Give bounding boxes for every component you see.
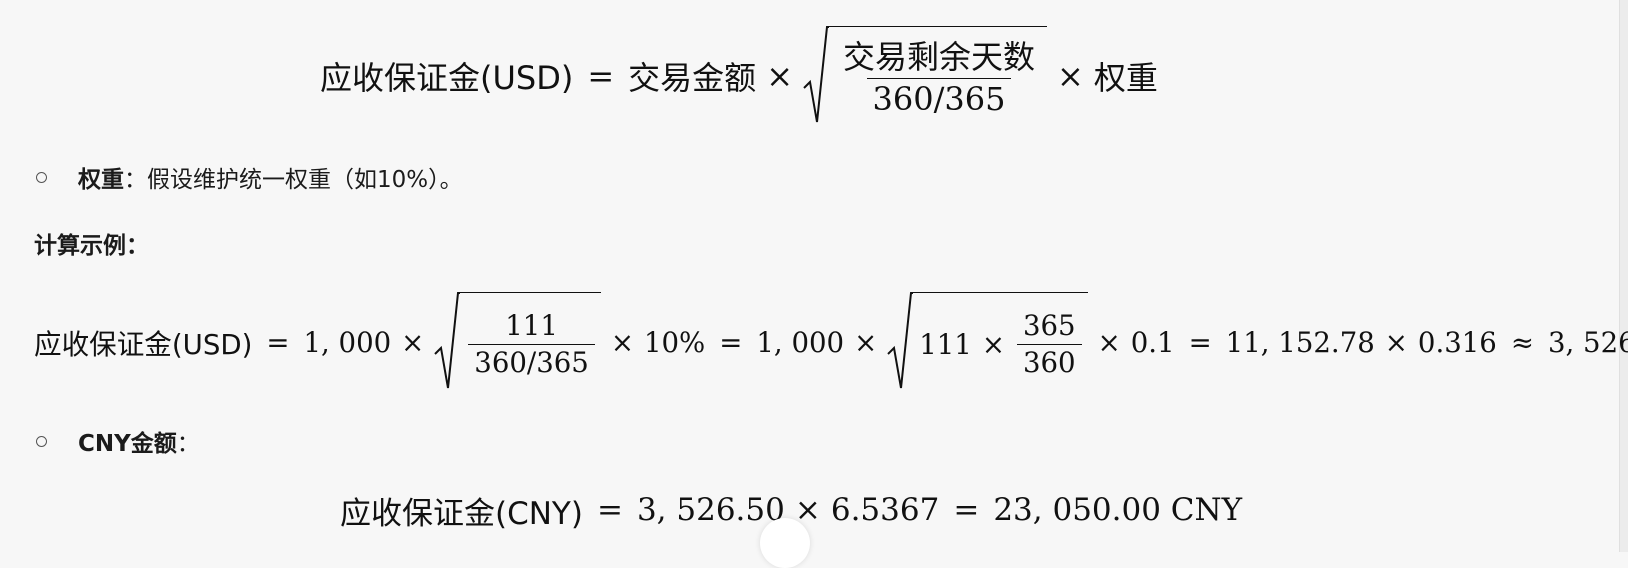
square-root: 交易剩余天数 360/365: [803, 26, 1048, 126]
formula-lhs: 应收保证金(CNY): [340, 495, 583, 532]
fraction-numerator: 365: [1022, 309, 1076, 343]
bullet-circle-icon: [36, 435, 47, 447]
list-item: 权重 ：假设维护统一权重（如10%）。: [36, 160, 463, 194]
scroll-button[interactable]: [760, 518, 810, 568]
equals-sign: =: [596, 492, 623, 528]
list-item-label: CNY金额: [78, 431, 177, 457]
radical-sign-icon: [887, 292, 913, 392]
equals-sign: =: [587, 57, 615, 95]
weight-decimal: 0.1: [1130, 325, 1175, 359]
list-item: CNY金额 ：: [36, 424, 200, 458]
amount-value: 1, 000: [756, 325, 845, 359]
formula-lhs: 应收保证金(USD): [320, 59, 574, 97]
approx-sign: ≈: [1510, 325, 1534, 359]
formula-lhs: 应收保证金(USD): [34, 328, 253, 361]
list-item-label: 权重: [78, 167, 124, 193]
equals-sign: =: [719, 325, 743, 359]
radical-sign-icon: [434, 292, 460, 392]
fraction-numerator: 交易剩余天数: [843, 38, 1036, 77]
fraction: 交易剩余天数 360/365: [837, 39, 1041, 118]
times-sign: ×: [854, 325, 878, 359]
list-item-text: ：: [176, 431, 200, 457]
exchange-rate: 6.5367: [830, 492, 940, 528]
intermediate-value: 11, 152.78: [1225, 325, 1375, 359]
scrollbar-track[interactable]: [1619, 0, 1628, 552]
section-heading: 计算示例：: [34, 233, 149, 259]
times-sign: ×: [1097, 325, 1121, 359]
bullet-circle-icon: [36, 171, 47, 183]
fraction-denominator: 360: [1016, 344, 1082, 379]
fraction: 111 360/365: [468, 310, 595, 378]
list-item-text: ：假设维护统一权重（如10%）。: [124, 167, 463, 193]
equals-sign: =: [266, 325, 290, 359]
trade-amount: 交易金额: [628, 59, 757, 97]
fraction: 365 360: [1016, 309, 1082, 379]
square-root: 111 × 365 360: [887, 292, 1088, 392]
times-sign: ×: [1057, 57, 1084, 95]
times-sign: ×: [610, 325, 634, 359]
example-formula: 应收保证金(USD) = 1, 000 × 111 360/365 × 10% …: [34, 292, 1628, 392]
equals-sign: =: [953, 492, 980, 528]
times-sign: ×: [401, 325, 425, 359]
weight-term: 权重: [1093, 59, 1158, 97]
fraction-denominator: 360/365: [468, 344, 595, 379]
equals-sign: =: [1188, 325, 1212, 359]
percent-value: 10%: [643, 325, 706, 359]
result-value: 3, 526.: [1547, 325, 1628, 359]
days-factor: 111: [919, 328, 972, 361]
fraction-numerator: 111: [505, 309, 558, 343]
times-sign: ×: [981, 328, 1005, 361]
times-sign: ×: [1384, 325, 1408, 359]
fraction-denominator: 360/365: [866, 78, 1012, 118]
margin-formula: 应收保证金(USD) = 交易金额 × 交易剩余天数 360/365 × 权重: [320, 26, 1158, 126]
amount-value: 1, 000: [303, 325, 392, 359]
times-sign: ×: [766, 57, 793, 95]
square-root: 111 360/365: [434, 292, 601, 392]
sqrt-value: 0.316: [1417, 325, 1497, 359]
result-value: 23, 050.00 CNY: [993, 492, 1243, 528]
usd-value: 3, 526.50: [636, 492, 785, 528]
radical-sign-icon: [803, 26, 829, 126]
